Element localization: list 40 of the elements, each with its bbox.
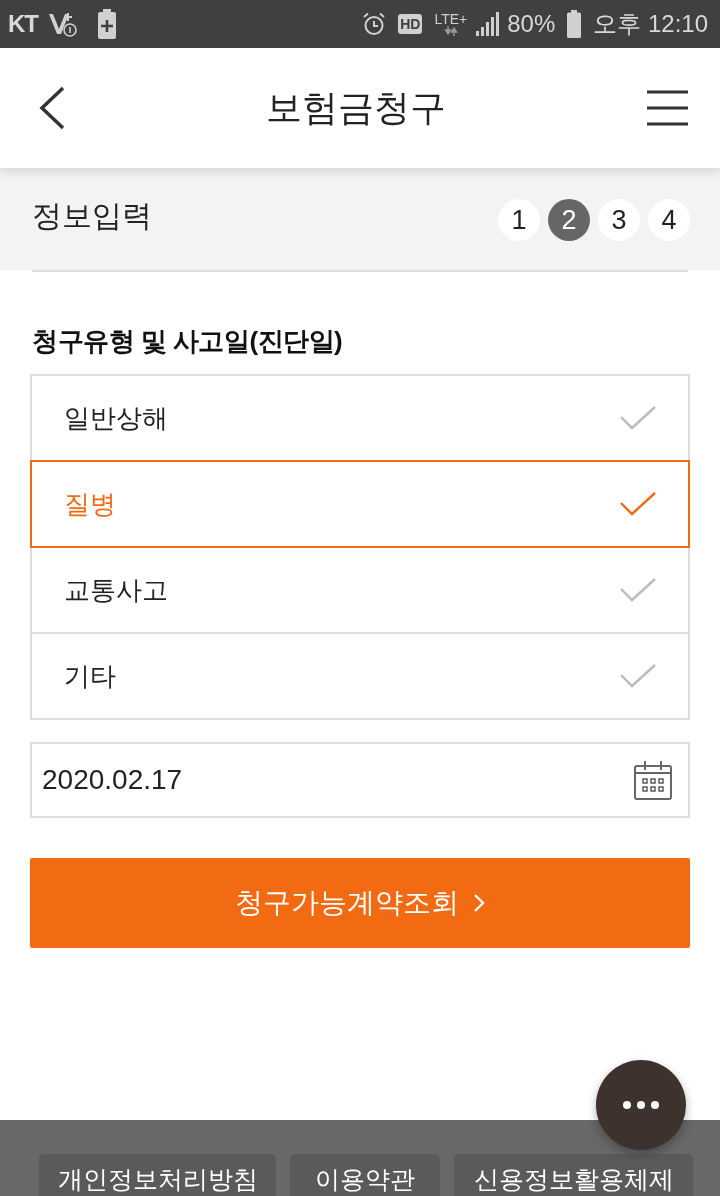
check-icon — [620, 492, 656, 516]
battery-plus-icon — [98, 9, 116, 39]
clock-time: 오후 12:10 — [593, 12, 708, 36]
step-indicator: 1 — [498, 199, 540, 241]
check-icon — [620, 578, 656, 602]
check-icon — [620, 664, 656, 688]
battery-percent: 80% — [507, 12, 556, 36]
carrier-name: KT — [8, 12, 38, 36]
section-title: 청구유형 및 사고일(진단일) — [31, 328, 344, 354]
v-mark-icon — [48, 10, 78, 38]
date-field[interactable]: 2020.02.17 — [30, 742, 690, 818]
claim-type-option[interactable]: 기타 — [30, 632, 690, 720]
footer-link[interactable]: 신용정보활용체제 — [454, 1154, 693, 1196]
option-label: 질병 — [64, 491, 116, 517]
data-arrows-icon — [443, 26, 458, 36]
step-indicator: 3 — [598, 199, 640, 241]
footer-link[interactable]: 이용약관 — [290, 1154, 440, 1196]
more-dots-icon — [622, 1100, 660, 1110]
step-indicator: 4 — [648, 199, 690, 241]
battery-icon — [567, 10, 582, 38]
back-chevron-icon — [38, 86, 66, 130]
check-icon — [620, 406, 656, 430]
footer-link[interactable]: 개인정보처리방침 — [39, 1154, 276, 1196]
step-title: 정보입력 — [32, 201, 152, 231]
chevron-right-icon — [473, 893, 485, 913]
claim-type-option[interactable]: 일반상해 — [30, 374, 690, 462]
step-indicator: 2 — [548, 199, 590, 241]
calendar-icon — [634, 760, 672, 800]
option-label: 교통사고 — [64, 577, 168, 603]
network-type-label: LTE+ — [434, 12, 468, 26]
alarm-clock-icon — [362, 12, 387, 36]
more-button[interactable] — [596, 1060, 686, 1150]
option-label: 일반상해 — [64, 405, 168, 431]
date-value: 2020.02.17 — [42, 766, 183, 794]
signal-bars-icon — [475, 12, 500, 36]
hd-badge: HD — [398, 14, 423, 34]
menu-icon — [647, 90, 688, 126]
claim-type-option[interactable]: 교통사고 — [30, 546, 690, 634]
page-title: 보험금청구 — [266, 90, 446, 126]
option-label: 기타 — [64, 663, 116, 689]
